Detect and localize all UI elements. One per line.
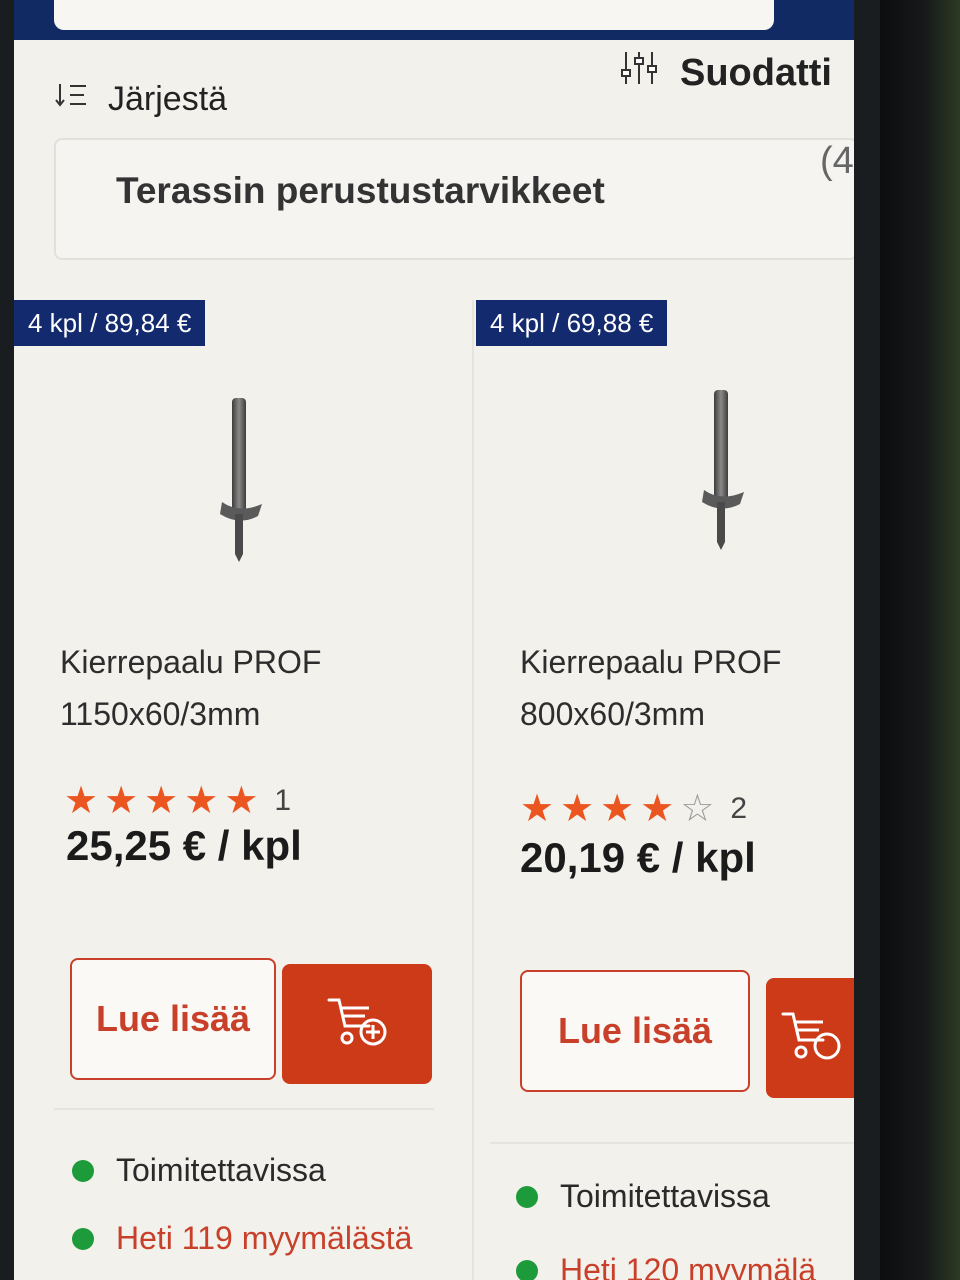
product-title[interactable]: Kierrepaalu PROF 1150x60/3mm	[60, 636, 460, 740]
star-filled-icon: ★	[520, 788, 555, 830]
store-availability[interactable]: Heti 119 myymälästä	[72, 1220, 412, 1257]
product-title-line2: 800x60/3mm	[520, 696, 705, 732]
column-divider	[472, 300, 474, 1280]
product-rating[interactable]: ★ ★ ★ ★ ★ 1	[64, 778, 291, 823]
add-to-cart-button[interactable]	[282, 964, 432, 1084]
star-filled-icon: ★	[224, 780, 259, 822]
product-image[interactable]	[682, 390, 762, 570]
bundle-price-badge: 4 kpl / 89,84 €	[14, 300, 206, 346]
star-filled-icon: ★	[144, 780, 179, 822]
product-image[interactable]	[200, 390, 280, 570]
category-chip[interactable]: Terassin perustustarvikkeet (48	[54, 138, 854, 260]
product-title-line1: Kierrepaalu PROF	[60, 644, 322, 680]
product-rating[interactable]: ★ ★ ★ ★ ☆ 2	[520, 786, 747, 831]
availability-text: Toimitettavissa	[560, 1178, 770, 1214]
availability-text: Toimitettavissa	[116, 1152, 326, 1188]
store-availability[interactable]: Heti 120 myymälä	[516, 1252, 816, 1280]
category-name: Terassin perustustarvikkeet	[116, 170, 605, 211]
star-filled-icon: ★	[560, 788, 595, 830]
filter-sliders-icon	[620, 50, 658, 96]
sort-icon	[54, 80, 90, 119]
read-more-button[interactable]: Lue lisää	[70, 958, 276, 1080]
filter-button[interactable]: Suodatti	[620, 48, 832, 98]
in-stock-dot-icon	[72, 1159, 94, 1182]
phone-screen: Järjestä Suodatti Terassin perustustarvi…	[14, 0, 854, 1280]
product-title-line1: Kierrepaalu PROF	[520, 644, 782, 680]
search-box-edge[interactable]	[54, 0, 774, 30]
product-price: 25,25 € / kpl	[66, 822, 302, 869]
in-stock-dot-icon	[72, 1227, 94, 1250]
star-filled-icon: ★	[184, 780, 219, 822]
product-price: 20,19 € / kpl	[520, 834, 756, 881]
star-filled-icon: ★	[64, 780, 99, 822]
cart-plus-icon	[779, 1008, 843, 1069]
star-filled-icon: ★	[104, 780, 139, 822]
in-stock-dot-icon	[516, 1185, 538, 1208]
rating-count: 2	[730, 791, 748, 825]
phone-bezel	[880, 0, 960, 1280]
cart-plus-icon	[325, 994, 389, 1055]
category-count: (48	[820, 140, 854, 182]
in-stock-dot-icon	[516, 1259, 538, 1280]
delivery-availability: Toimitettavissa	[72, 1152, 326, 1189]
star-filled-icon: ★	[640, 788, 675, 830]
filter-label: Suodatti	[680, 51, 832, 94]
rating-count: 1	[274, 783, 292, 817]
star-filled-icon: ★	[600, 788, 635, 830]
bundle-price-badge: 4 kpl / 69,88 €	[476, 300, 668, 346]
product-card: 4 kpl / 89,84 € Kierrepaalu PROF 1150x60…	[14, 300, 434, 1280]
card-divider	[54, 1108, 434, 1110]
sort-button[interactable]: Järjestä	[54, 74, 227, 124]
store-availability-text: Heti 120 myymälä	[560, 1252, 817, 1280]
product-title[interactable]: Kierrepaalu PROF 800x60/3mm	[520, 636, 854, 740]
product-card: 4 kpl / 69,88 € Kierrepaalu PROF 800x60/…	[476, 300, 854, 1280]
add-to-cart-button[interactable]	[766, 978, 854, 1098]
star-empty-icon: ☆	[680, 788, 715, 830]
product-title-line2: 1150x60/3mm	[60, 696, 261, 732]
store-availability-text: Heti 119 myymälästä	[116, 1220, 413, 1256]
card-divider	[490, 1142, 854, 1144]
read-more-button[interactable]: Lue lisää	[520, 970, 750, 1092]
delivery-availability: Toimitettavissa	[516, 1178, 770, 1215]
sort-label: Järjestä	[108, 79, 228, 118]
